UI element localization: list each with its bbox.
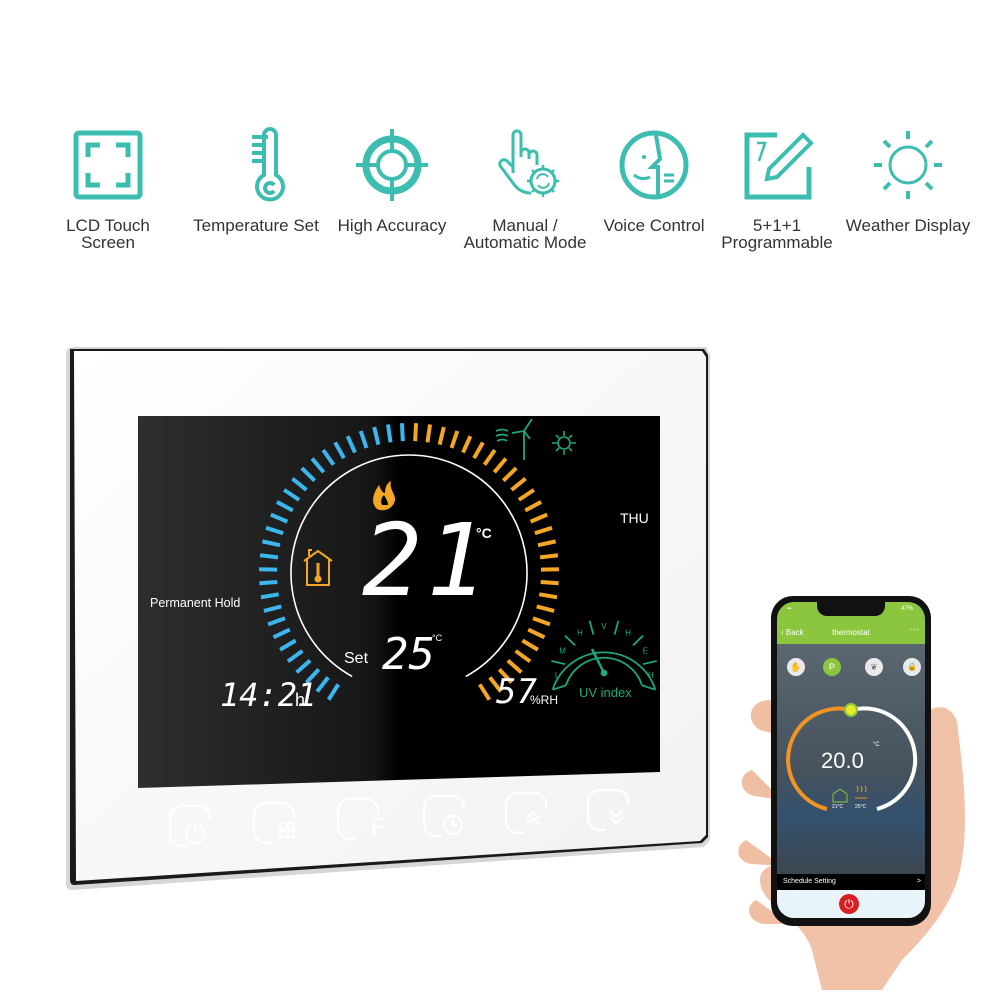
floor-heating-icon bbox=[855, 785, 867, 799]
chevron-down-double-icon bbox=[609, 810, 623, 825]
feature-label: 5+1+1 Programmable bbox=[721, 216, 833, 252]
feature-label: Temperature Set bbox=[193, 216, 319, 235]
feature-label: Voice Control bbox=[603, 216, 705, 235]
phone-screen: ▪▪ 47% ‹ Back thermostat ··· ✋ P ❦ 🔒 20.… bbox=[777, 602, 925, 918]
f-letter-icon bbox=[372, 817, 384, 837]
feature-label: High Accuracy bbox=[337, 216, 447, 235]
dial-handle[interactable] bbox=[844, 703, 858, 717]
chevron-right-icon: > bbox=[916, 878, 921, 885]
feature-high-accuracy: High Accuracy bbox=[322, 125, 462, 234]
grid-icon bbox=[279, 822, 295, 838]
crosshair-target-icon bbox=[356, 129, 428, 201]
floor-temp-label: 25°C bbox=[855, 804, 867, 810]
power-button[interactable] bbox=[168, 804, 212, 848]
schedule-setting-row[interactable]: Schedule Setting > bbox=[777, 874, 925, 890]
smartphone: ▪▪ 47% ‹ Back thermostat ··· ✋ P ❦ 🔒 20.… bbox=[771, 596, 931, 926]
feature-label: Manual / Automatic Mode bbox=[463, 216, 587, 252]
menu-button[interactable] bbox=[252, 801, 296, 845]
thermometer-icon bbox=[252, 127, 285, 202]
room-thermometer-icon bbox=[832, 788, 848, 803]
feature-voice-control: Voice Control bbox=[584, 125, 724, 234]
schedule-button[interactable] bbox=[422, 794, 466, 838]
feature-row: LCD Touch Screen Temperature Set High Ac… bbox=[0, 125, 1000, 265]
touch-buttons bbox=[168, 788, 630, 848]
power-icon bbox=[184, 823, 206, 845]
thermostat-device: LMHVHEH Permanent Hold THU 21 °C Set 25 … bbox=[64, 345, 712, 893]
calendar-pen-icon bbox=[744, 132, 814, 200]
voice-face-icon bbox=[619, 130, 689, 200]
down-button[interactable] bbox=[586, 788, 630, 832]
feature-lcd-touch-screen: LCD Touch Screen bbox=[38, 125, 178, 251]
up-button[interactable] bbox=[504, 791, 548, 835]
phone-notch bbox=[817, 602, 885, 616]
chevron-up-double-icon bbox=[526, 810, 540, 825]
phone-power-button[interactable]: ⏻ bbox=[839, 894, 859, 914]
clock-icon bbox=[442, 814, 464, 836]
room-temp-label: 21°C bbox=[832, 804, 844, 810]
feature-temperature-set: Temperature Set bbox=[186, 125, 326, 234]
phone-temp-unit: °C bbox=[873, 742, 880, 748]
power-icon: ⏻ bbox=[844, 897, 854, 911]
feature-programmable: 5+1+1 Programmable bbox=[707, 125, 847, 251]
feature-weather-display: Weather Display bbox=[838, 125, 978, 234]
phone-temperature: 20.0 bbox=[821, 748, 864, 773]
lcd-touch-screen-icon bbox=[73, 130, 143, 200]
hand-gear-icon bbox=[498, 129, 559, 197]
sun-icon bbox=[874, 131, 942, 199]
fan-button[interactable] bbox=[336, 797, 384, 841]
schedule-setting-label: Schedule Setting bbox=[783, 878, 836, 885]
feature-label: LCD Touch Screen bbox=[66, 216, 150, 252]
feature-label: Weather Display bbox=[845, 216, 971, 235]
bottom-bar: ⏻ bbox=[777, 890, 925, 918]
feature-manual-automatic-mode: Manual / Automatic Mode bbox=[455, 125, 595, 251]
